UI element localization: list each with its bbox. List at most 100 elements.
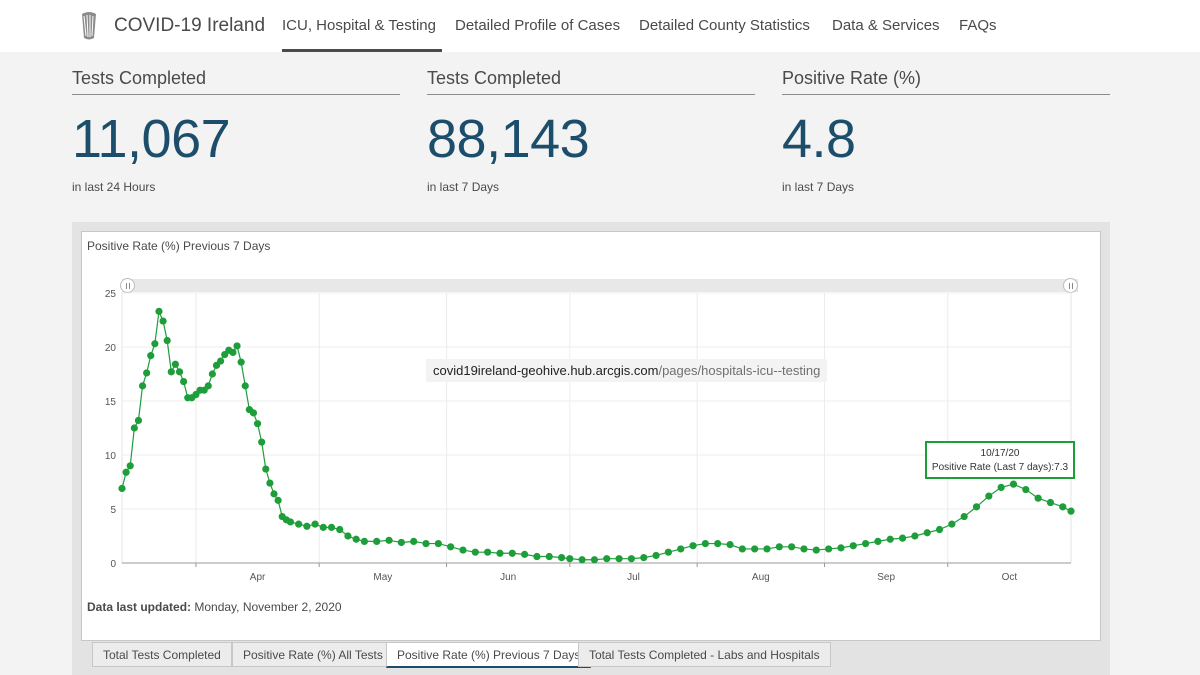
card-value-tests-7d: 88,143 — [427, 109, 590, 169]
range-handle-left[interactable] — [120, 278, 135, 293]
data-point — [262, 465, 270, 473]
tab-tests-labs-hospitals[interactable]: Total Tests Completed - Labs and Hospita… — [578, 642, 831, 667]
data-point — [726, 541, 734, 549]
data-point — [126, 462, 134, 470]
data-point — [738, 545, 746, 553]
data-point — [948, 520, 956, 528]
data-point — [825, 545, 833, 553]
data-point — [484, 548, 492, 556]
data-point — [204, 382, 212, 390]
data-point — [714, 539, 722, 548]
data-point — [701, 539, 709, 548]
data-point — [1059, 503, 1067, 511]
card-divider — [427, 94, 755, 95]
data-point — [972, 503, 981, 511]
url-tooltip: covid19ireland-geohive.hub.arcgis.com/pa… — [426, 359, 828, 382]
data-point — [319, 523, 327, 531]
nav-link-county-statistics[interactable]: Detailed County Statistics — [639, 17, 810, 34]
card-sub-positive-rate: in last 7 Days — [782, 180, 855, 194]
card-divider — [72, 94, 400, 95]
last-updated-label: Data last updated: — [87, 600, 192, 614]
data-point — [180, 377, 188, 386]
data-point — [352, 535, 360, 543]
data-point — [373, 537, 381, 546]
url-path: /pages/hospitals-icu--testing — [658, 363, 821, 378]
data-point — [344, 532, 352, 540]
data-point — [1034, 494, 1042, 502]
card-divider — [782, 94, 1110, 95]
data-point — [923, 529, 931, 537]
data-point — [1067, 507, 1075, 515]
data-point — [336, 525, 344, 534]
harp-logo-icon[interactable] — [78, 10, 100, 42]
data-point-tooltip: 10/17/20 Positive Rate (Last 7 days):7.3 — [925, 441, 1075, 479]
data-point — [640, 554, 648, 562]
data-point — [812, 546, 820, 554]
data-point — [118, 484, 126, 493]
data-point — [270, 490, 278, 498]
site-title[interactable]: COVID-19 Ireland — [114, 15, 265, 37]
data-point — [471, 548, 479, 556]
data-point — [627, 555, 636, 563]
top-nav: COVID-19 Ireland ICU, Hospital & Testing… — [0, 0, 1200, 52]
data-point — [434, 539, 442, 548]
nav-link-data-services[interactable]: Data & Services — [832, 17, 940, 34]
tab-positive-rate-all[interactable]: Positive Rate (%) All Tests — [232, 642, 394, 667]
data-point — [677, 545, 685, 553]
chart-panel — [81, 231, 1101, 641]
data-point — [459, 546, 467, 554]
data-point — [208, 370, 216, 378]
data-point — [237, 358, 245, 366]
data-point — [130, 424, 138, 432]
data-point — [751, 545, 759, 553]
data-point — [788, 543, 796, 551]
data-point — [143, 369, 151, 377]
data-point — [253, 420, 262, 428]
data-point — [159, 317, 167, 325]
data-point — [508, 549, 516, 557]
card-title-tests-24h: Tests Completed — [72, 68, 207, 88]
data-point — [960, 512, 968, 521]
data-point — [849, 542, 857, 550]
data-point — [258, 438, 266, 446]
data-point — [327, 523, 336, 531]
data-point — [385, 536, 393, 544]
active-nav-indicator — [282, 49, 442, 52]
nav-link-detailed-profile[interactable]: Detailed Profile of Cases — [455, 17, 620, 34]
data-point — [874, 537, 882, 546]
data-point — [763, 545, 771, 553]
tab-total-tests[interactable]: Total Tests Completed — [92, 642, 232, 667]
data-point — [229, 348, 237, 356]
nav-link-faqs[interactable]: FAQs — [959, 17, 997, 34]
data-point — [274, 496, 282, 504]
tab-positive-rate-7d[interactable]: Positive Rate (%) Previous 7 Days — [386, 642, 592, 668]
data-point — [134, 416, 143, 425]
data-point — [898, 534, 907, 542]
data-point — [216, 357, 225, 365]
tooltip-value: Positive Rate (Last 7 days):7.3 — [931, 462, 1069, 473]
data-point — [533, 552, 541, 561]
nav-link-icu-hospital-testing[interactable]: ICU, Hospital & Testing — [282, 17, 436, 34]
chart-range-scrollbar[interactable] — [122, 279, 1078, 292]
range-handle-right[interactable] — [1063, 278, 1078, 293]
data-point — [397, 538, 405, 547]
data-point — [122, 468, 130, 476]
data-point — [578, 556, 586, 564]
card-value-tests-24h: 11,067 — [72, 109, 231, 169]
data-point — [138, 382, 147, 390]
data-point — [266, 479, 274, 487]
url-domain: covid19ireland-geohive.hub.arcgis.com — [433, 363, 659, 378]
data-point — [800, 545, 808, 553]
card-sub-tests-7d: in last 7 Days — [427, 180, 500, 194]
data-point — [557, 554, 566, 562]
card-title-tests-7d: Tests Completed — [427, 68, 562, 88]
data-point — [521, 550, 529, 558]
data-point — [566, 555, 574, 563]
data-point — [175, 368, 184, 376]
data-point — [689, 542, 697, 550]
data-point — [249, 409, 258, 417]
data-point — [151, 340, 159, 348]
data-point — [286, 518, 295, 526]
data-point — [1009, 480, 1018, 488]
data-point — [652, 551, 660, 560]
